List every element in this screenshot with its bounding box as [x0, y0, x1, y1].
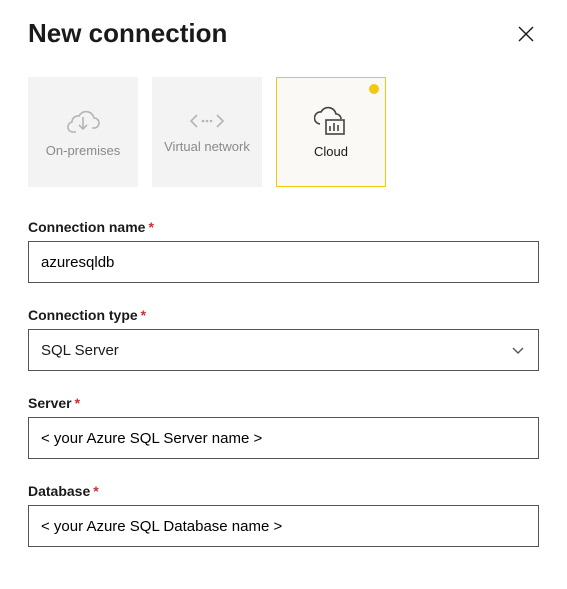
required-mark: *: [75, 395, 80, 411]
connection-type-select[interactable]: SQL Server: [28, 329, 539, 371]
field-label: Server*: [28, 395, 539, 411]
label-text: Connection name: [28, 219, 145, 235]
tile-label: Virtual network: [164, 139, 250, 154]
required-mark: *: [141, 307, 146, 323]
field-label: Connection type*: [28, 307, 539, 323]
field-server: Server*: [28, 395, 539, 459]
close-icon: [517, 25, 535, 43]
cloud-chart-icon: [314, 106, 348, 136]
label-text: Database: [28, 483, 90, 499]
select-value: SQL Server: [41, 342, 119, 359]
field-label: Database*: [28, 483, 539, 499]
label-text: Server: [28, 395, 72, 411]
required-mark: *: [93, 483, 98, 499]
tile-on-premises[interactable]: On-premises: [28, 77, 138, 187]
tile-label: On-premises: [46, 143, 120, 158]
dialog-title: New connection: [28, 18, 227, 49]
tile-cloud[interactable]: Cloud: [276, 77, 386, 187]
network-icon: [189, 111, 225, 131]
selected-badge-icon: [369, 84, 379, 94]
database-input[interactable]: [28, 505, 539, 547]
new-connection-dialog: New connection On-premises Virtual netwo: [0, 0, 567, 575]
field-connection-type: Connection type* SQL Server: [28, 307, 539, 371]
source-type-tiles: On-premises Virtual network Cloud: [28, 77, 539, 187]
required-mark: *: [148, 219, 153, 235]
chevron-down-icon: [510, 342, 526, 358]
field-database: Database*: [28, 483, 539, 547]
tile-label: Cloud: [314, 144, 348, 159]
connection-name-input[interactable]: [28, 241, 539, 283]
cloud-download-icon: [65, 107, 101, 135]
dialog-header: New connection: [28, 18, 539, 49]
close-button[interactable]: [513, 21, 539, 47]
label-text: Connection type: [28, 307, 138, 323]
field-connection-name: Connection name*: [28, 219, 539, 283]
tile-virtual-network[interactable]: Virtual network: [152, 77, 262, 187]
server-input[interactable]: [28, 417, 539, 459]
field-label: Connection name*: [28, 219, 539, 235]
